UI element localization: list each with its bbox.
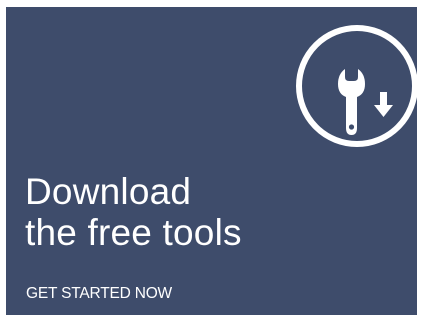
get-started-link[interactable]: GET STARTED NOW (26, 285, 172, 303)
promo-headline: Download the free tools (25, 171, 325, 253)
headline-line-1: Download (25, 171, 192, 212)
headline-line-2: the free tools (25, 212, 242, 253)
wrench-download-icon (295, 24, 419, 148)
download-tools-promo-tile[interactable]: Download the free tools GET STARTED NOW (6, 7, 419, 315)
